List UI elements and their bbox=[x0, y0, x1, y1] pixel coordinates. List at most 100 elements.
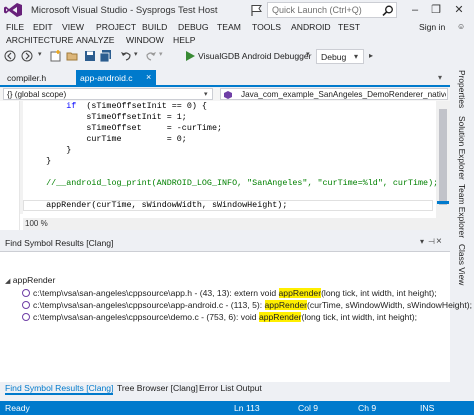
code-editor[interactable]: if (sTimeOffsetInit == 0) { sTimeOffsetI… bbox=[0, 101, 450, 230]
tab-app-android-c[interactable]: app-android.c × bbox=[76, 70, 156, 85]
save-icon[interactable] bbox=[84, 50, 96, 62]
editor-vertical-scrollbar[interactable] bbox=[436, 101, 450, 230]
editor-margin bbox=[0, 101, 20, 230]
code-token: sTimeOffsetInit = 1; bbox=[86, 112, 187, 122]
active-tab-underline bbox=[0, 85, 450, 87]
menu-project[interactable]: PROJECT bbox=[96, 22, 136, 32]
editor-horizontal-scrollbar[interactable]: 100 % bbox=[23, 218, 436, 230]
tab-solution-explorer[interactable]: Solution Explorer bbox=[457, 116, 467, 180]
start-debugging-icon[interactable] bbox=[184, 50, 196, 62]
undo-icon[interactable] bbox=[120, 50, 132, 62]
function-dropdown[interactable]: Java_com_example_SanAngeles_DemoRenderer… bbox=[220, 88, 448, 100]
menu-team[interactable]: TEAM bbox=[217, 22, 241, 32]
function-icon bbox=[22, 313, 30, 321]
function-icon bbox=[224, 91, 232, 99]
undo-dropdown-icon[interactable]: ▾ bbox=[134, 50, 138, 58]
user-avatar-icon[interactable]: ☺ bbox=[457, 22, 465, 31]
code-line[interactable]: } bbox=[26, 156, 51, 167]
debugger-dropdown-icon[interactable]: ▾ bbox=[306, 50, 310, 58]
tab-compiler-h[interactable]: compiler.h bbox=[4, 72, 49, 85]
sign-in-link[interactable]: Sign in bbox=[419, 22, 445, 32]
close-tab-icon[interactable]: × bbox=[146, 72, 151, 82]
tab-team-explorer[interactable]: Team Explorer bbox=[457, 184, 467, 238]
menu-architecture[interactable]: ARCHITECTURE bbox=[6, 35, 73, 45]
right-tool-tabs: Properties Solution Explorer Team Explor… bbox=[452, 66, 474, 401]
change-tracking-bar bbox=[20, 101, 23, 214]
code-token: appRender(curTime, sWindowWidth, sWindow… bbox=[46, 200, 288, 210]
tab-error-list[interactable]: Error List bbox=[199, 383, 234, 393]
zoom-level[interactable]: 100 % bbox=[25, 219, 48, 228]
menu-bar-row1: FILE EDIT VIEW PROJECT BUILD DEBUG TEAM … bbox=[0, 22, 474, 35]
code-token: curTime = 0; bbox=[86, 134, 187, 144]
tab-class-view[interactable]: Class View bbox=[457, 244, 467, 285]
scope-dropdown[interactable]: {} (global scope) ▾ bbox=[3, 88, 213, 100]
caret-position-marker bbox=[437, 201, 449, 204]
menu-android[interactable]: ANDROID bbox=[291, 22, 331, 32]
status-text: Ready bbox=[5, 403, 30, 413]
function-icon bbox=[22, 301, 30, 309]
tab-output[interactable]: Output bbox=[236, 383, 262, 393]
tab-properties[interactable]: Properties bbox=[457, 70, 467, 108]
start-debugger-button[interactable]: VisualGDB Android Debugger bbox=[198, 51, 312, 61]
panel-title: Find Symbol Results [Clang] bbox=[5, 238, 114, 248]
document-tab-strip: compiler.h app-android.c × bbox=[0, 70, 450, 85]
navigate-dropdown-icon[interactable]: ▾ bbox=[38, 50, 42, 58]
code-line[interactable]: //__android_log_print(ANDROID_LOG_INFO, … bbox=[26, 178, 438, 189]
menu-edit[interactable]: EDIT bbox=[33, 22, 53, 32]
feedback-flag-icon[interactable] bbox=[250, 4, 264, 16]
chevron-down-icon: ▾ bbox=[354, 52, 359, 61]
chevron-down-icon: ▾ bbox=[204, 91, 208, 98]
new-project-icon[interactable] bbox=[50, 50, 62, 62]
result-row[interactable]: c:\temp\vsa\san-angeles\cppsource\demo.c… bbox=[22, 311, 417, 323]
close-icon[interactable]: ✕ bbox=[452, 4, 466, 16]
line-number: Ln 113 bbox=[234, 403, 260, 413]
result-row[interactable]: c:\temp\vsa\san-angeles\cppsource\app.h … bbox=[22, 287, 437, 299]
close-panel-icon[interactable]: × bbox=[436, 236, 442, 247]
scrollbar-thumb[interactable] bbox=[439, 109, 447, 205]
pin-icon[interactable]: ▾ bbox=[420, 237, 424, 246]
code-line[interactable]: sTimeOffset = -curTime; bbox=[26, 123, 222, 134]
menu-file[interactable]: FILE bbox=[6, 22, 24, 32]
menu-tools[interactable]: TOOLS bbox=[252, 22, 281, 32]
quick-launch-placeholder: Quick Launch (Ctrl+Q) bbox=[272, 5, 362, 15]
collapse-arrow-icon[interactable]: ◢ bbox=[5, 278, 10, 285]
open-folder-icon[interactable] bbox=[66, 50, 78, 62]
navigation-bar: {} (global scope) ▾ Java_com_example_San… bbox=[0, 88, 450, 101]
toolbar-options-icon[interactable]: ▸ bbox=[369, 51, 373, 60]
tab-find-symbol-results[interactable]: Find Symbol Results [Clang] bbox=[5, 383, 114, 395]
symbol-name: appRender bbox=[12, 275, 56, 285]
menu-window[interactable]: WINDOW bbox=[126, 35, 164, 45]
result-root[interactable]: ◢ appRender bbox=[5, 274, 55, 286]
code-token: } bbox=[46, 156, 52, 166]
minimize-icon[interactable]: – bbox=[408, 4, 422, 16]
solution-configuration-select[interactable]: Debug ▾ bbox=[316, 49, 364, 64]
code-line[interactable]: sTimeOffsetInit = 1; bbox=[26, 112, 187, 123]
quick-launch-input[interactable]: Quick Launch (Ctrl+Q) bbox=[267, 2, 397, 18]
code-line[interactable]: if (sTimeOffsetInit == 0) { bbox=[26, 101, 207, 112]
bottom-tool-tabs: Find Symbol Results [Clang] Tree Browser… bbox=[0, 382, 450, 396]
code-line[interactable]: appRender(curTime, sWindowWidth, sWindow… bbox=[26, 200, 287, 211]
result-row[interactable]: c:\temp\vsa\san-angeles\cppsource\app-an… bbox=[22, 299, 472, 311]
menu-analyze[interactable]: ANALYZE bbox=[76, 35, 115, 45]
menu-debug[interactable]: DEBUG bbox=[178, 22, 209, 32]
code-token: sTimeOffset = -curTime; bbox=[86, 123, 223, 133]
status-bar: Ready Ln 113 Col 9 Ch 9 INS bbox=[0, 401, 474, 415]
code-line[interactable]: } bbox=[26, 145, 71, 156]
code-line[interactable]: curTime = 0; bbox=[26, 134, 187, 145]
save-all-icon[interactable] bbox=[100, 50, 112, 62]
menu-test[interactable]: TEST bbox=[338, 22, 360, 32]
restore-icon[interactable]: ❐ bbox=[429, 4, 443, 16]
redo-icon[interactable] bbox=[145, 50, 157, 62]
tab-label: app-android.c bbox=[80, 73, 133, 83]
menu-help[interactable]: HELP bbox=[173, 35, 195, 45]
tab-list-dropdown-icon[interactable]: ▾ bbox=[438, 73, 442, 82]
tab-tree-browser[interactable]: Tree Browser [Clang] bbox=[117, 383, 198, 393]
forward-icon[interactable] bbox=[21, 50, 33, 62]
code-token: } bbox=[66, 145, 72, 155]
auto-hide-pin-icon[interactable]: ⊣ bbox=[428, 237, 435, 246]
back-icon[interactable] bbox=[4, 50, 16, 62]
redo-dropdown-icon[interactable]: ▾ bbox=[159, 50, 163, 58]
menu-build[interactable]: BUILD bbox=[142, 22, 167, 32]
menu-view[interactable]: VIEW bbox=[62, 22, 84, 32]
